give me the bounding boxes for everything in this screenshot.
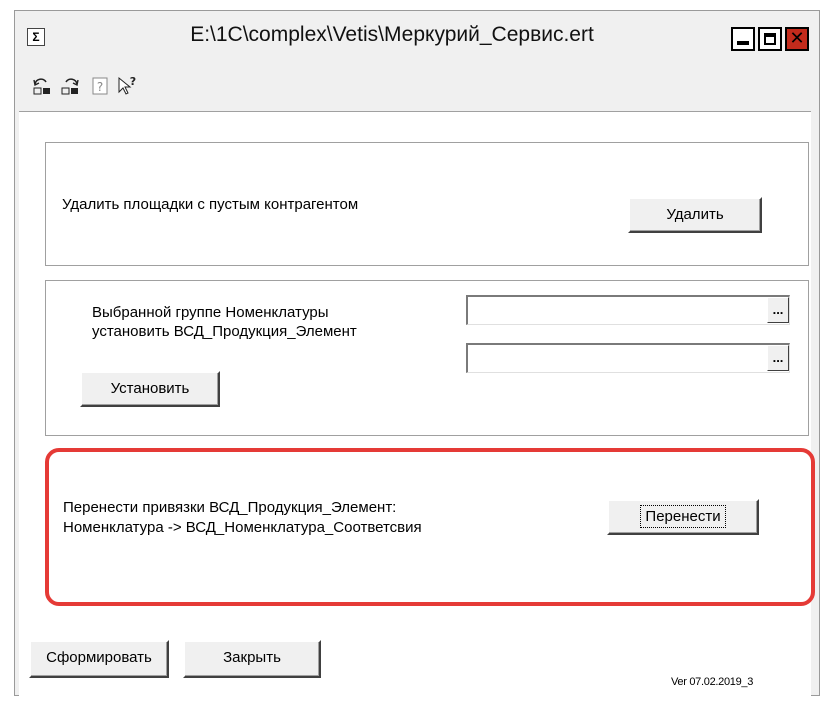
delete-sites-panel: Удалить площадки с пустым контрагентом У…: [45, 142, 809, 266]
set-button-label: Установить: [110, 380, 190, 397]
version-label: Ver 07.02.2019_3: [671, 676, 754, 688]
context-help-icon[interactable]: ?: [115, 75, 137, 97]
vsd-product-element-select-button[interactable]: ...: [767, 345, 789, 371]
transfer-label-line2: Номенклатура -> ВСД_Номенклатура_Соответ…: [63, 519, 422, 536]
close-button[interactable]: Закрыть: [183, 640, 321, 678]
transfer-button-label: Перенести: [640, 505, 726, 528]
maximize-button[interactable]: [758, 27, 782, 51]
title-bar[interactable]: Σ E:\1C\complex\Vetis\Меркурий_Сервис.er…: [15, 11, 819, 63]
close-button-label: Закрыть: [223, 649, 281, 666]
undo-icon[interactable]: [31, 75, 53, 97]
minimize-button[interactable]: [731, 27, 755, 51]
svg-text:?: ?: [97, 80, 103, 94]
nomenclature-group-input[interactable]: ...: [466, 295, 790, 325]
redo-icon[interactable]: [59, 75, 81, 97]
transfer-button[interactable]: Перенести: [607, 499, 759, 535]
app-icon: Σ: [27, 28, 45, 46]
close-window-button[interactable]: ✕: [785, 27, 809, 51]
svg-text:?: ?: [130, 75, 136, 88]
help-icon[interactable]: ?: [89, 75, 111, 97]
delete-button[interactable]: Удалить: [628, 197, 762, 233]
set-group-label-line1: Выбранной группе Номенклатуры: [92, 304, 329, 321]
nomenclature-group-select-button[interactable]: ...: [767, 297, 789, 323]
set-nomenclature-panel: Выбранной группе Номенклатуры установить…: [45, 280, 809, 436]
generate-button[interactable]: Сформировать: [29, 640, 169, 678]
delete-button-label: Удалить: [666, 206, 724, 223]
vsd-product-element-input[interactable]: ...: [466, 343, 790, 373]
dialog-window: Σ E:\1C\complex\Vetis\Меркурий_Сервис.er…: [14, 10, 820, 697]
toolbar: ? ?: [15, 67, 819, 103]
generate-button-label: Сформировать: [46, 649, 152, 666]
window-title: E:\1C\complex\Vetis\Меркурий_Сервис.ert: [190, 23, 594, 46]
set-group-label-line2: установить ВСД_Продукция_Элемент: [92, 323, 357, 340]
transfer-label-line1: Перенести привязки ВСД_Продукция_Элемент…: [63, 499, 397, 516]
form-content: Удалить площадки с пустым контрагентом У…: [19, 111, 815, 697]
delete-sites-label: Удалить площадки с пустым контрагентом: [62, 196, 359, 213]
set-button[interactable]: Установить: [80, 371, 220, 407]
transfer-bindings-panel: Перенести привязки ВСД_Продукция_Элемент…: [45, 448, 815, 606]
